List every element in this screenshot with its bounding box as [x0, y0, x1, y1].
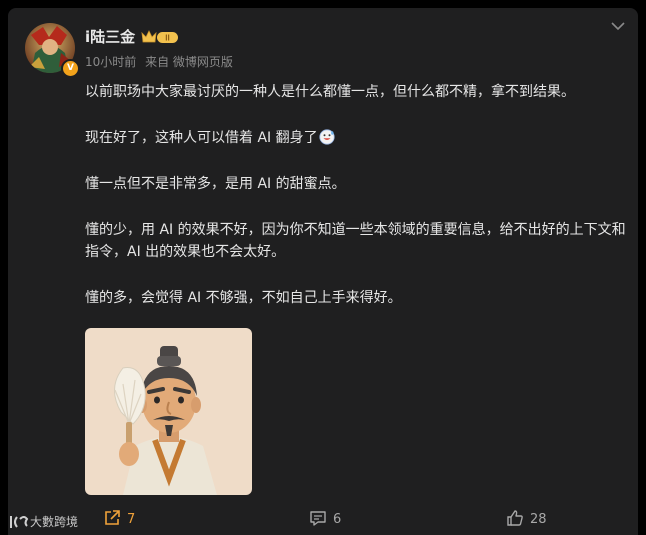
level-badge-label: II — [165, 34, 169, 43]
share-icon — [105, 510, 120, 525]
verified-badge-icon: V — [61, 59, 80, 78]
post-image[interactable] — [85, 328, 252, 495]
post-paragraph: 以前职场中大家最讨厌的一种人是什么都懂一点，但什么都不精，拿不到结果。 — [85, 84, 575, 100]
author-name[interactable]: i陆三金 — [85, 26, 135, 47]
post-source: 来自 微博网页版 — [145, 55, 233, 69]
like-count: 28 — [530, 512, 547, 527]
watermark-text: 大數跨境 — [30, 515, 79, 529]
post-paragraph: 懂的少，用 AI 的效果不好，因为你不知道一些本领域的重要信息，给不出好的上下文… — [85, 222, 626, 260]
share-count: 7 — [127, 512, 136, 527]
weibo-post-card: V i陆三金 II 10小时前 来自 微博网页版 以前职场中大家最讨厌的一种人是… — [8, 8, 638, 535]
watermark-logo-icon — [10, 516, 29, 528]
watermark: 大數跨境 — [8, 513, 78, 530]
post-time[interactable]: 10小时前 — [85, 55, 136, 69]
share-button[interactable]: 7 — [103, 509, 135, 527]
comment-count: 6 — [333, 512, 342, 527]
comment-icon — [310, 511, 326, 526]
like-icon — [507, 510, 523, 526]
like-button[interactable]: 28 — [506, 509, 547, 527]
post-paragraph: 懂的多，会觉得 AI 不够强，不如自己上手来得好。 — [85, 290, 402, 306]
comment-button[interactable]: 6 — [309, 509, 341, 527]
post-content: 以前职场中大家最讨厌的一种人是什么都懂一点，但什么都不精，拿不到结果。 现在好了… — [85, 81, 630, 309]
post-paragraph: 懂一点但不是非常多，是用 AI 的甜蜜点。 — [85, 176, 346, 192]
expand-chevron-icon[interactable] — [610, 20, 626, 32]
grin-emoji-icon — [319, 129, 335, 145]
post-meta: 10小时前 来自 微博网页版 — [85, 53, 238, 70]
crown-badge-icon[interactable]: II — [140, 29, 180, 45]
post-paragraph: 现在好了，这种人可以借着 AI 翻身了 — [85, 127, 630, 149]
